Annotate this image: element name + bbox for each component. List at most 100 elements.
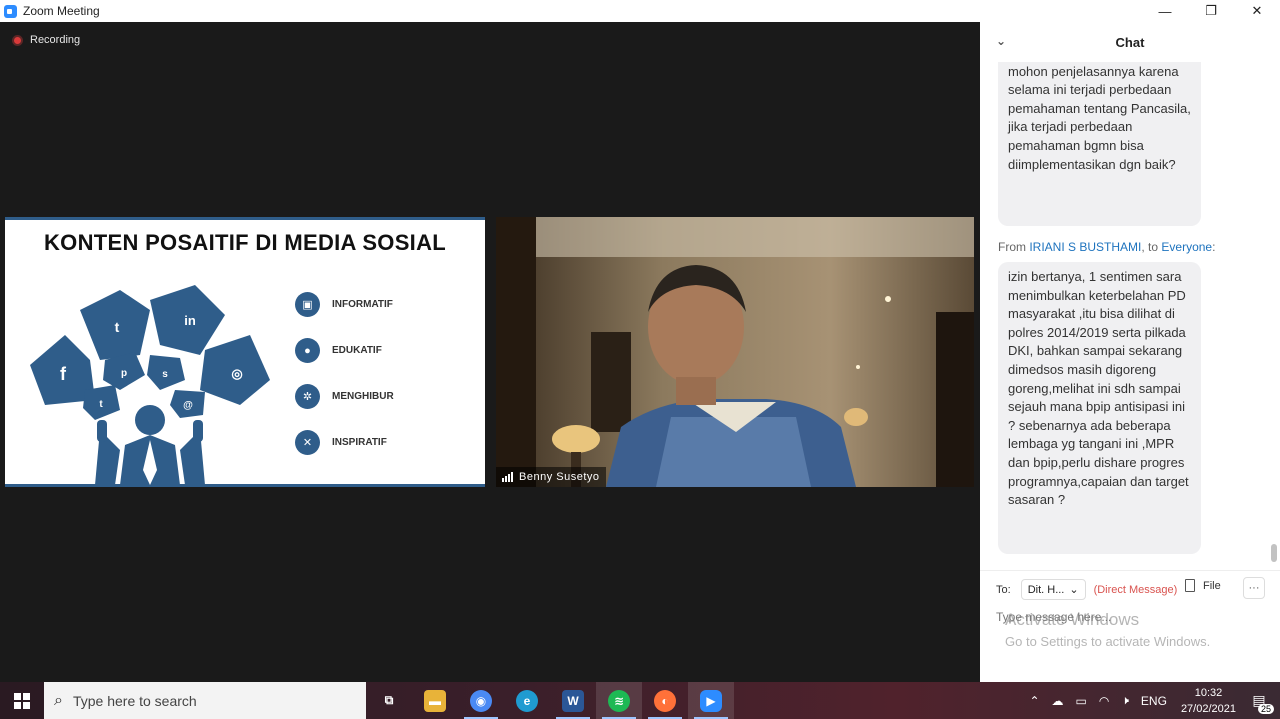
- slide-item-label: MENGHIBUR: [332, 391, 394, 402]
- participant-video[interactable]: Benny Susetyo: [496, 217, 974, 487]
- social-media-illustration: f t in ◎ p s t @: [30, 285, 270, 485]
- maximize-button[interactable]: ❐: [1188, 0, 1234, 22]
- file-button[interactable]: File: [1185, 579, 1221, 592]
- edge-icon: e: [516, 689, 538, 712]
- slide-item-label: INFORMATIF: [332, 299, 393, 310]
- folder-icon: ▬: [424, 689, 446, 712]
- minimize-button[interactable]: —: [1142, 0, 1188, 22]
- microphone-icon: ●: [295, 338, 320, 363]
- volume-icon[interactable]: 🕨: [1121, 693, 1129, 708]
- title-bar: Zoom Meeting — ❐ ✕: [0, 0, 1280, 22]
- message-sender-line: From IRIANI S BUSTHAMI, to Everyone:: [998, 240, 1215, 254]
- window-controls: — ❐ ✕: [1142, 0, 1280, 22]
- svg-text:◎: ◎: [231, 366, 242, 381]
- svg-text:p: p: [121, 368, 127, 379]
- start-button[interactable]: [0, 682, 44, 719]
- clock-time: 10:32: [1194, 686, 1223, 699]
- gears-icon: ✲: [295, 384, 320, 409]
- file-explorer-button[interactable]: ▬: [412, 682, 458, 719]
- spotify-button[interactable]: ≋: [596, 682, 642, 719]
- svg-text:in: in: [184, 313, 196, 328]
- chevron-down-icon: ⌄: [1069, 584, 1079, 596]
- svg-text:@: @: [183, 400, 193, 411]
- system-tray: ⌃ ☁ ▭ ◠ 🕨 ENG 10:32 27/02/2021 ▤ 25: [1023, 682, 1280, 719]
- sender-name[interactable]: IRIANI S BUSTHAMI: [1029, 240, 1141, 254]
- windows-logo-icon: [14, 692, 30, 709]
- slide-item-label: INSPIRATIF: [332, 437, 387, 448]
- file-icon: [1185, 579, 1195, 592]
- chat-title: Chat: [1115, 34, 1145, 50]
- direct-message-label: (Direct Message): [1093, 583, 1178, 596]
- recipient-name[interactable]: Everyone: [1161, 240, 1212, 254]
- record-icon: [12, 34, 23, 46]
- onedrive-icon[interactable]: ☁: [1052, 694, 1064, 708]
- firefox-icon: ◐: [654, 689, 676, 712]
- recording-indicator[interactable]: Recording: [12, 34, 80, 46]
- slide-item-menghibur: ✲ MENGHIBUR: [295, 384, 394, 409]
- chevron-up-icon[interactable]: ⌃: [1029, 694, 1039, 708]
- spotify-icon: ≋: [608, 689, 630, 712]
- more-options-button[interactable]: ···: [1243, 577, 1265, 599]
- svg-text:t: t: [115, 319, 120, 335]
- chat-messages[interactable]: TNI, Polri, DPD, MPR, DPR, mohon penjela…: [980, 62, 1270, 562]
- shared-screen[interactable]: KONTEN POSAITIF DI MEDIA SOSIAL f t in ◎…: [5, 217, 485, 487]
- chat-header: ⌄ Chat: [980, 22, 1280, 62]
- svg-text:s: s: [162, 369, 168, 380]
- firefox-button[interactable]: ◐: [642, 682, 688, 719]
- message-input[interactable]: [996, 610, 1256, 624]
- recipient-row: To: Dit. H... ⌄ (Direct Message): [996, 579, 1177, 600]
- taskbar-search[interactable]: ⌕ Type here to search: [44, 682, 366, 719]
- close-button[interactable]: ✕: [1234, 0, 1280, 22]
- slide-item-inspiratif: ✕ INSPIRATIF: [295, 430, 387, 455]
- chevron-down-icon[interactable]: ⌄: [996, 34, 1006, 48]
- slide-item-label: EDUKATIF: [332, 345, 382, 356]
- recording-label: Recording: [30, 34, 81, 46]
- chat-scrollbar[interactable]: [1270, 62, 1278, 562]
- chat-panel: ⌄ Chat TNI, Polri, DPD, MPR, DPR, mohon …: [980, 22, 1280, 682]
- zoom-button[interactable]: ▶: [688, 682, 734, 719]
- cube-icon: ▣: [295, 292, 320, 317]
- task-view-icon: ⧉: [384, 693, 394, 707]
- svg-text:f: f: [60, 364, 67, 384]
- clock-date: 27/02/2021: [1180, 702, 1236, 715]
- chat-message: izin bertanya, 1 sentimen sara menimbulk…: [998, 262, 1201, 554]
- battery-icon[interactable]: ▭: [1076, 694, 1087, 708]
- word-icon: W: [562, 689, 584, 712]
- windows-taskbar: ⌕ Type here to search ⧉ ▬ ◉ e W ≋ ◐ ▶ ⌃ …: [0, 682, 1280, 719]
- tools-icon: ✕: [295, 430, 320, 455]
- clock[interactable]: 10:32 27/02/2021: [1181, 685, 1236, 717]
- video-frame: [496, 217, 974, 487]
- signal-strength-icon: [502, 472, 514, 482]
- search-placeholder: Type here to search: [72, 692, 197, 709]
- recipient-dropdown[interactable]: Dit. H... ⌄: [1020, 579, 1086, 600]
- participant-name: Benny Susetyo: [519, 471, 600, 483]
- chrome-icon: ◉: [470, 689, 492, 712]
- zoom-icon: ▶: [700, 689, 722, 712]
- from-prefix: From: [998, 240, 1026, 254]
- to-prefix: , to: [1141, 240, 1159, 254]
- language-indicator[interactable]: ENG: [1141, 694, 1167, 708]
- suffix: :: [1212, 240, 1216, 254]
- task-view-button[interactable]: ⧉: [366, 682, 412, 719]
- participant-name-tag: Benny Susetyo: [496, 467, 606, 487]
- zoom-window: Zoom Meeting — ❐ ✕ Recording KONTEN POSA…: [0, 0, 1280, 719]
- scrollbar-thumb[interactable]: [1271, 544, 1277, 562]
- file-label: File: [1203, 579, 1221, 592]
- chrome-button[interactable]: ◉: [458, 682, 504, 719]
- notification-badge: 25: [1257, 703, 1274, 714]
- slide-title: KONTEN POSAITIF DI MEDIA SOSIAL: [43, 230, 447, 255]
- edge-button[interactable]: e: [504, 682, 550, 719]
- search-icon: ⌕: [54, 691, 63, 709]
- wifi-icon[interactable]: ◠: [1099, 694, 1109, 708]
- to-label: To:: [996, 583, 1011, 596]
- slide-item-informatif: ▣ INFORMATIF: [295, 292, 393, 317]
- notification-center-button[interactable]: ▤ 25: [1244, 686, 1274, 716]
- meeting-area: Recording KONTEN POSAITIF DI MEDIA SOSIA…: [0, 22, 980, 682]
- chat-message: TNI, Polri, DPD, MPR, DPR, mohon penjela…: [998, 62, 1201, 226]
- word-button[interactable]: W: [550, 682, 596, 719]
- recipient-value: Dit. H...: [1027, 583, 1065, 596]
- zoom-app-icon: [4, 4, 17, 18]
- window-title: Zoom Meeting: [23, 4, 100, 18]
- slide-item-edukatif: ● EDUKATIF: [295, 338, 382, 363]
- chat-compose: To: Dit. H... ⌄ (Direct Message) File ··…: [980, 570, 1280, 682]
